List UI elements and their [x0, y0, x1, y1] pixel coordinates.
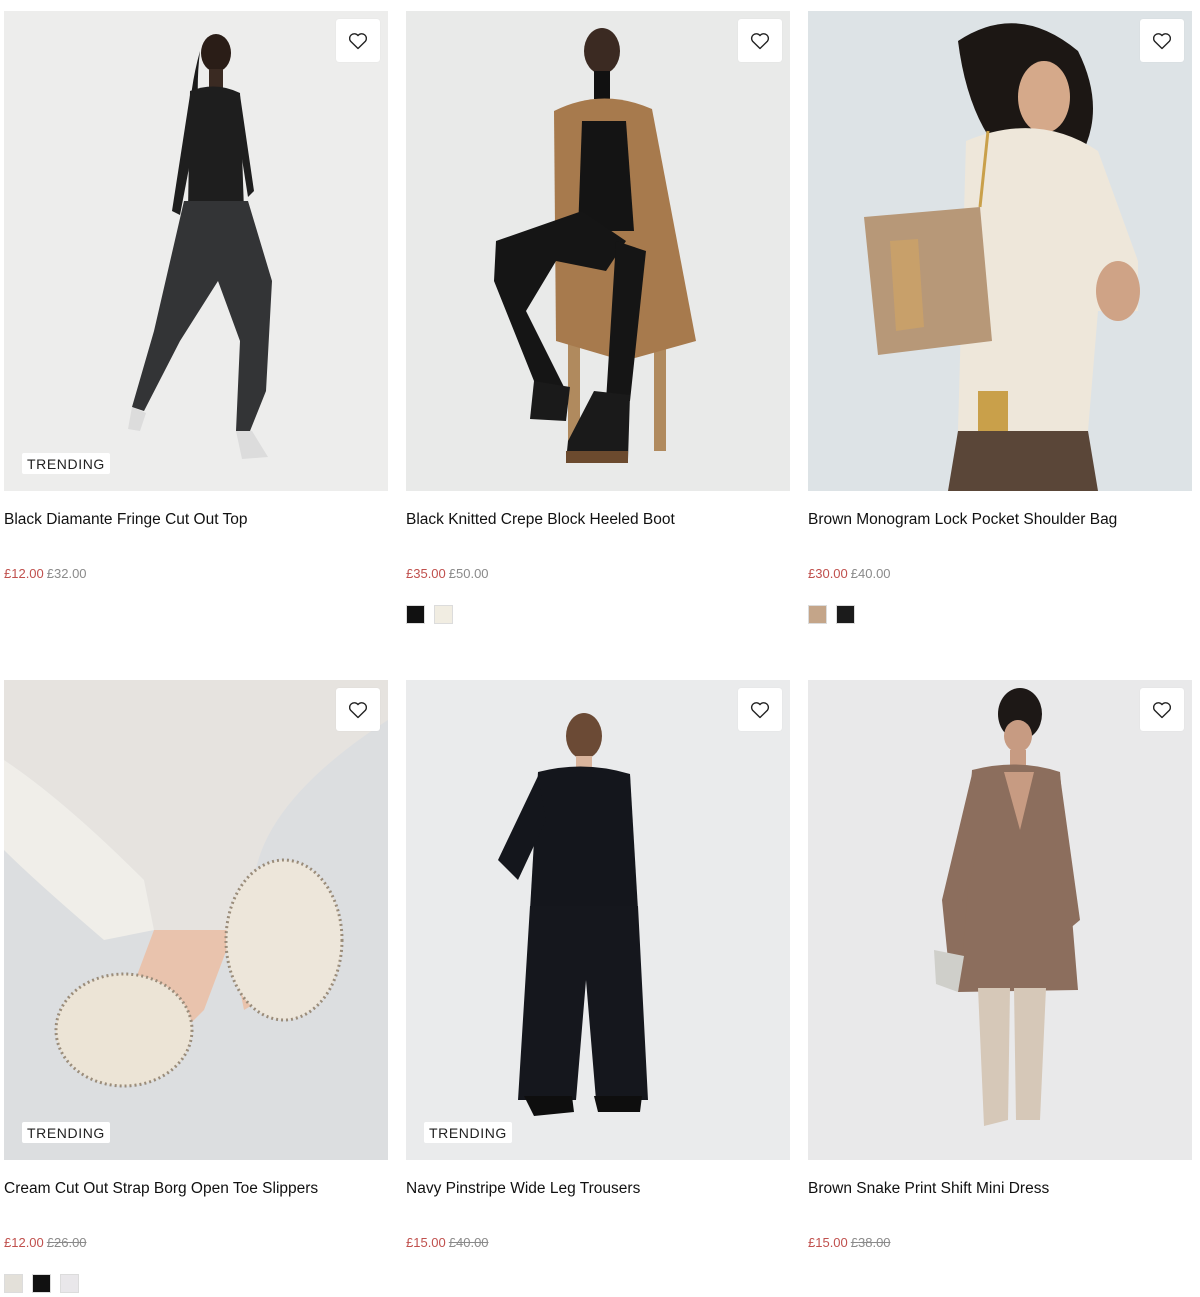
product-prices: £15.00 £38.00 [808, 1235, 1192, 1251]
product-prices: £12.00 £32.00 [4, 566, 388, 582]
sale-price: £12.00 [4, 1235, 44, 1250]
color-swatch-brown[interactable] [808, 605, 827, 624]
wishlist-button[interactable] [1140, 688, 1184, 731]
original-price: £40.00 [850, 566, 891, 581]
product-image[interactable]: TRENDING [4, 11, 388, 491]
color-swatch-cream[interactable] [434, 605, 453, 624]
model-figure [498, 713, 648, 1116]
original-price: £40.00 [448, 1235, 489, 1250]
product-card[interactable]: Black Knitted Crepe Block Heeled Boot £3… [406, 11, 790, 624]
original-price: £38.00 [850, 1235, 891, 1250]
product-card[interactable]: Brown Monogram Lock Pocket Shoulder Bag … [808, 11, 1192, 624]
sale-price: £35.00 [406, 566, 446, 581]
wishlist-button[interactable] [1140, 19, 1184, 62]
color-swatch-cream[interactable] [4, 1274, 23, 1293]
product-name[interactable]: Black Knitted Crepe Block Heeled Boot [406, 511, 790, 529]
sale-price: £30.00 [808, 566, 848, 581]
color-swatch-black[interactable] [32, 1274, 51, 1293]
product-name[interactable]: Brown Snake Print Shift Mini Dress [808, 1180, 1192, 1198]
model-figure [864, 23, 1140, 491]
wishlist-button[interactable] [336, 688, 380, 731]
product-prices: £35.00 £50.00 [406, 566, 790, 582]
product-name[interactable]: Cream Cut Out Strap Borg Open Toe Slippe… [4, 1180, 388, 1198]
product-prices: £30.00 £40.00 [808, 566, 1192, 582]
color-swatch-black[interactable] [836, 605, 855, 624]
product-card[interactable]: Brown Snake Print Shift Mini Dress £15.0… [808, 680, 1192, 1251]
wishlist-button[interactable] [738, 19, 782, 62]
product-name[interactable]: Black Diamante Fringe Cut Out Top [4, 511, 388, 529]
color-swatches [406, 605, 790, 624]
heart-outline-icon [750, 32, 770, 49]
product-image[interactable]: TRENDING [4, 680, 388, 1160]
color-swatches [808, 605, 1192, 624]
color-swatch-grey[interactable] [60, 1274, 79, 1293]
heart-outline-icon [1152, 32, 1172, 49]
wishlist-button[interactable] [738, 688, 782, 731]
color-swatch-black[interactable] [406, 605, 425, 624]
original-price: £26.00 [46, 1235, 87, 1250]
trending-badge: TRENDING [22, 453, 110, 474]
sale-price: £15.00 [808, 1235, 848, 1250]
color-swatches [4, 1274, 388, 1293]
model-figure [4, 680, 388, 1088]
heart-outline-icon [750, 701, 770, 718]
original-price: £50.00 [448, 566, 489, 581]
wishlist-button[interactable] [336, 19, 380, 62]
product-card[interactable]: TRENDING Navy Pinstripe Wide Leg Trouser… [406, 680, 790, 1251]
heart-outline-icon [348, 701, 368, 718]
trending-badge: TRENDING [22, 1122, 110, 1143]
product-card[interactable]: TRENDING Black Diamante Fringe Cut Out T… [4, 11, 388, 582]
heart-outline-icon [1152, 701, 1172, 718]
original-price: £32.00 [46, 566, 87, 581]
model-figure [494, 28, 696, 463]
product-image[interactable] [808, 680, 1192, 1160]
product-name[interactable]: Navy Pinstripe Wide Leg Trousers [406, 1180, 790, 1198]
product-prices: £15.00 £40.00 [406, 1235, 790, 1251]
product-prices: £12.00 £26.00 [4, 1235, 388, 1251]
model-figure [934, 688, 1080, 1126]
trending-badge: TRENDING [424, 1122, 512, 1143]
product-name[interactable]: Brown Monogram Lock Pocket Shoulder Bag [808, 511, 1192, 529]
sale-price: £15.00 [406, 1235, 446, 1250]
product-image[interactable]: TRENDING [406, 680, 790, 1160]
sale-price: £12.00 [4, 566, 44, 581]
product-image[interactable] [808, 11, 1192, 491]
product-card[interactable]: TRENDING Cream Cut Out Strap Borg Open T… [4, 680, 388, 1293]
model-figure [128, 34, 272, 459]
product-image[interactable] [406, 11, 790, 491]
heart-outline-icon [348, 32, 368, 49]
